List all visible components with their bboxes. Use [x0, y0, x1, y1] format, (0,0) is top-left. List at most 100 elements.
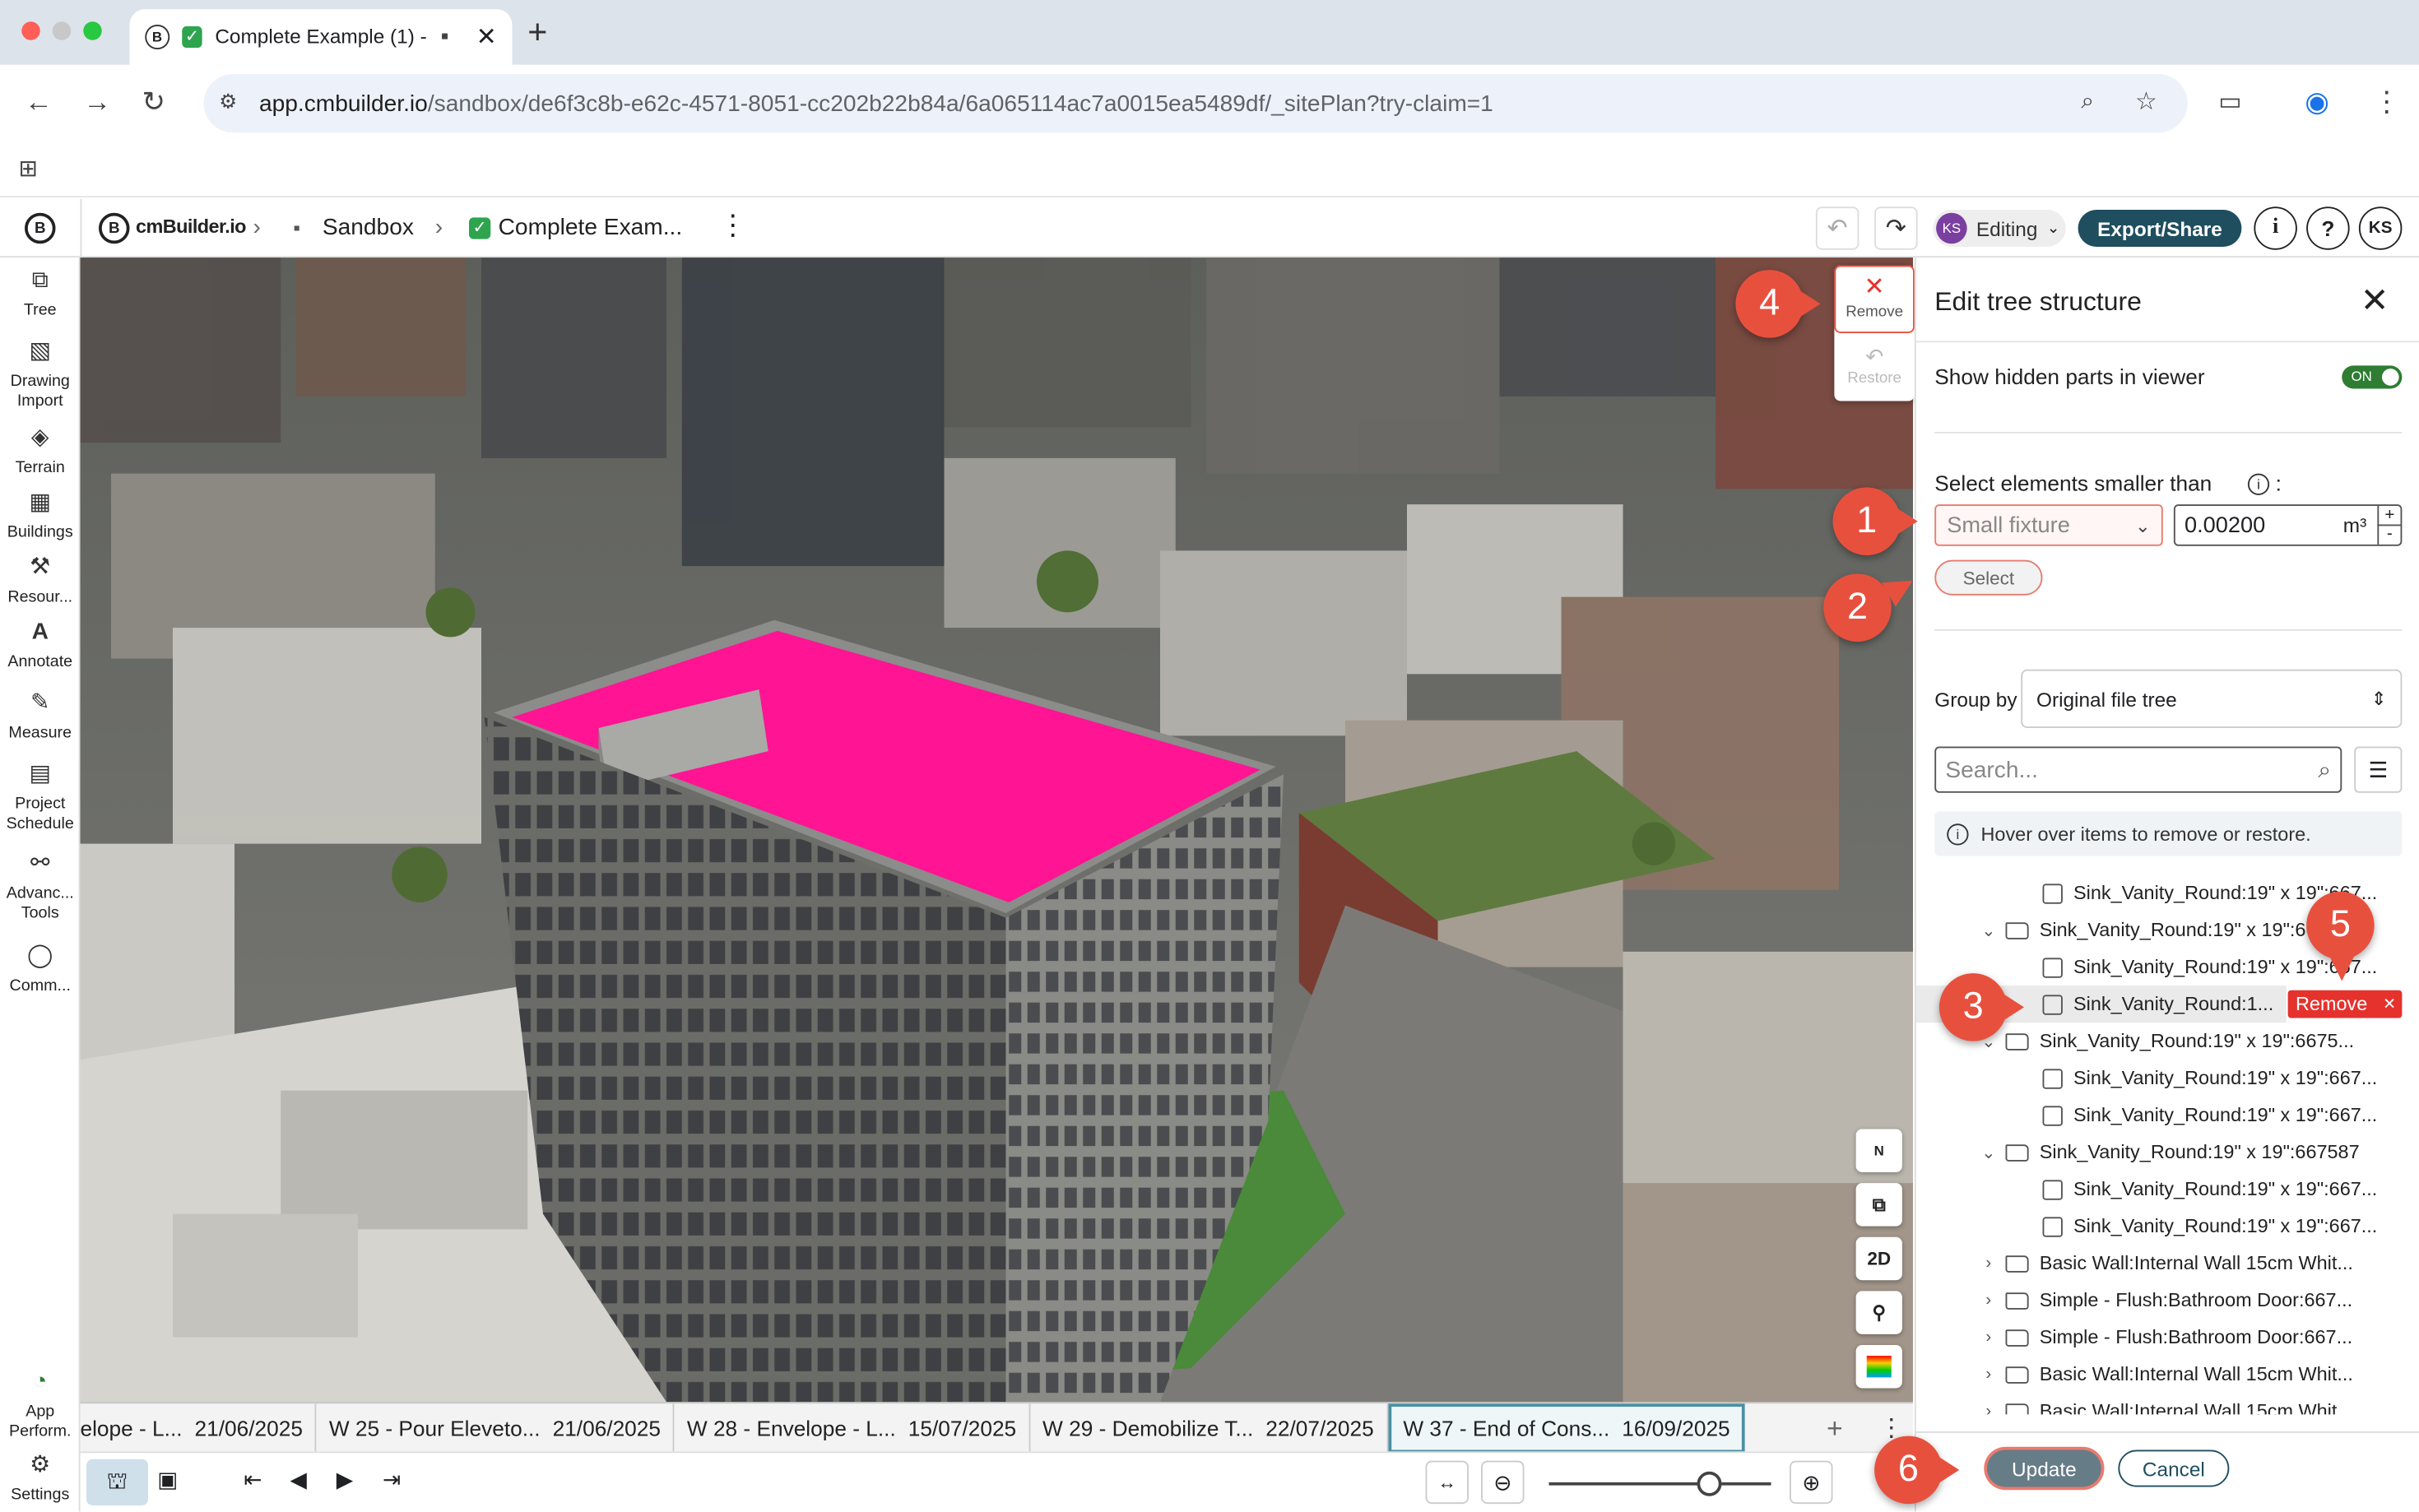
help-icon[interactable]: ?	[2306, 206, 2350, 250]
back-icon[interactable]: ←	[25, 86, 53, 118]
panel-title: Edit tree structure	[1934, 286, 2142, 317]
address-bar[interactable]: ⚙ app.cmbuilder.io/sandbox/de6f3c8b-e62c…	[203, 74, 2188, 133]
tree-group-row[interactable]: › Simple - Flush:Bathroom Door:667...	[1916, 1282, 2419, 1319]
breadcrumb-project[interactable]: Complete Exam...	[499, 215, 683, 241]
update-button[interactable]: Update	[1987, 1449, 2101, 1487]
close-window-button[interactable]	[21, 21, 40, 40]
rail-item-app-performance[interactable]: ◔ App Perform.	[0, 1370, 81, 1442]
rail-item-terrain[interactable]: ◈ Terrain	[0, 426, 81, 478]
increment-icon[interactable]: +	[2377, 506, 2401, 526]
step-forward-icon[interactable]: ▶	[337, 1467, 353, 1493]
rail-item-annotate[interactable]: A Annotate	[0, 620, 81, 673]
reload-icon[interactable]: ↻	[142, 86, 165, 118]
remove-tool-button[interactable]: ✕ Remove	[1834, 265, 1915, 333]
skip-start-icon[interactable]: ⇤	[244, 1467, 262, 1493]
breadcrumb-sandbox[interactable]: Sandbox	[323, 215, 414, 241]
timeline-item[interactable]: W 25 - Pour Eleveto... 21/06/2025	[317, 1403, 675, 1453]
tree-group-row[interactable]: › Basic Wall:Internal Wall 15cm Whit...	[1916, 1356, 2419, 1393]
rail-item-buildings[interactable]: ▦ Buildings	[0, 490, 81, 543]
decrement-icon[interactable]: -	[2377, 525, 2400, 545]
cast-icon[interactable]: ▭	[2218, 86, 2241, 118]
redo-icon[interactable]: ↷	[1874, 206, 1918, 250]
export-share-button[interactable]: Export/Share	[2078, 210, 2242, 247]
browser-tab-bar: B ✓ Complete Example (1) - ▪️ ✕ +	[0, 0, 2419, 65]
layers-icon[interactable]: ⧉	[1855, 1183, 1902, 1227]
size-preset-select[interactable]: Small fixture ⌄	[1934, 504, 2163, 546]
north-compass-button[interactable]: N	[1855, 1129, 1902, 1172]
select-button[interactable]: Select	[1934, 559, 2043, 596]
sun-study-icon[interactable]: ⚲	[1855, 1291, 1902, 1334]
chevron-down-icon[interactable]: ⌄	[1978, 1142, 1999, 1162]
tree-group-row[interactable]: ⌄ Sink_Vanity_Round:19" x 19":667587	[1916, 1134, 2419, 1171]
view-2d-button[interactable]: 2D	[1855, 1236, 1902, 1281]
chevron-down-icon[interactable]: ⌄	[1978, 920, 1999, 940]
step-back-icon[interactable]: ◀	[290, 1467, 307, 1493]
tree-part-row[interactable]: Sink_Vanity_Round:19" x 19":667...	[1916, 1171, 2419, 1208]
remove-item-button[interactable]: Remove ✕	[2287, 990, 2403, 1018]
browser-tab[interactable]: B ✓ Complete Example (1) - ▪️ ✕	[129, 9, 513, 65]
skip-end-icon[interactable]: ⇥	[383, 1467, 401, 1493]
undo-icon[interactable]: ↶	[1815, 206, 1860, 250]
new-tab-icon[interactable]: +	[527, 12, 547, 53]
chevron-right-icon[interactable]: ›	[1978, 1402, 1999, 1414]
3d-viewer[interactable]	[80, 257, 1913, 1403]
show-hidden-toggle[interactable]: ON	[2342, 365, 2403, 389]
timeline-item[interactable]: elope - L... 21/06/2025	[81, 1403, 317, 1453]
tree-group-row[interactable]: › Simple - Flush:Bathroom Door:667...	[1916, 1319, 2419, 1356]
rail-item-tree[interactable]: ⧉ Tree	[0, 268, 81, 321]
rail-item-advanced-tools[interactable]: ⚯ Advanc... Tools	[0, 851, 81, 924]
browser-menu-icon[interactable]: ⋮	[2373, 86, 2401, 118]
color-legend-icon[interactable]	[1855, 1345, 1902, 1389]
close-tab-icon[interactable]: ✕	[476, 21, 497, 53]
fit-width-icon[interactable]: ↔	[1425, 1460, 1469, 1505]
info-icon[interactable]: i	[2247, 473, 2270, 495]
logo-text[interactable]: cmBuilder.io	[136, 216, 246, 238]
profile-icon[interactable]: ◉	[2305, 86, 2328, 118]
add-timeline-icon[interactable]: +	[1827, 1413, 1843, 1445]
zoom-slider-thumb[interactable]	[1697, 1471, 1722, 1496]
timeline-item-active[interactable]: W 37 - End of Cons... 16/09/2025	[1387, 1403, 1746, 1453]
app-home-icon[interactable]: B	[25, 212, 56, 244]
bookmark-star-icon[interactable]: ☆	[2135, 86, 2157, 118]
tree-group-row[interactable]: › Basic Wall:Internal Wall 15cm Whit...	[1916, 1393, 2419, 1415]
zoom-out-icon[interactable]: ⊖	[1481, 1460, 1525, 1505]
zoom-icon[interactable]: ⌕	[2081, 88, 2094, 114]
rail-item-project-schedule[interactable]: ▤ Project Schedule	[0, 762, 81, 834]
info-icon[interactable]: i	[2254, 206, 2297, 250]
close-panel-icon[interactable]: ✕	[2361, 281, 2389, 321]
chevron-right-icon[interactable]: ›	[1978, 1254, 1999, 1273]
rail-label: Settings	[11, 1485, 70, 1505]
tree-group-row[interactable]: › Basic Wall:Internal Wall 15cm Whit...	[1916, 1245, 2419, 1282]
timeline-item[interactable]: W 29 - Demobilize T... 22/07/2025	[1030, 1403, 1388, 1453]
rail-item-drawing-import[interactable]: ▧ Drawing Import	[0, 340, 81, 411]
zoom-slider-track[interactable]	[1548, 1482, 1771, 1486]
cancel-button[interactable]: Cancel	[2118, 1449, 2230, 1487]
site-info-icon[interactable]: ⚙	[219, 90, 237, 114]
timeline-item[interactable]: W 28 - Envelope - L... 15/07/2025	[675, 1403, 1031, 1453]
rail-item-resources[interactable]: ⚒ Resour...	[0, 555, 81, 608]
chevron-right-icon[interactable]: ›	[1978, 1328, 1999, 1347]
mode-dropdown[interactable]: KS Editing ⌄	[1933, 210, 2066, 247]
crane-view-icon[interactable]: ⛫	[86, 1459, 148, 1505]
chevron-right-icon[interactable]: ›	[1978, 1365, 1999, 1384]
tree-part-row[interactable]: Sink_Vanity_Round:19" x 19":667...	[1916, 1208, 2419, 1245]
account-avatar[interactable]: KS	[2358, 206, 2403, 250]
maximize-window-button[interactable]	[83, 21, 102, 40]
rail-item-measure[interactable]: ✎ Measure	[0, 691, 81, 744]
restore-tool-button[interactable]: ↶ Restore	[1834, 336, 1915, 401]
rail-item-comments[interactable]: ◯ Comm...	[0, 944, 81, 996]
chevron-right-icon[interactable]: ›	[1978, 1291, 1999, 1310]
minimize-window-button[interactable]	[52, 21, 72, 40]
tree-part-row[interactable]: Sink_Vanity_Round:19" x 19":667...	[1916, 1097, 2419, 1134]
zoom-in-icon[interactable]: ⊕	[1790, 1460, 1833, 1505]
presentation-icon[interactable]: ▣	[157, 1467, 178, 1493]
forward-icon[interactable]: →	[83, 86, 111, 118]
rail-item-settings[interactable]: ⚙ Settings	[0, 1453, 81, 1505]
apps-grid-icon[interactable]: ⊞	[19, 155, 39, 182]
tree-part-row[interactable]: Sink_Vanity_Round:19" x 19":667...	[1916, 1060, 2419, 1097]
group-by-select[interactable]: Original file tree ⇕	[2021, 669, 2403, 728]
tree-search-input[interactable]: Search... ⌕	[1934, 746, 2342, 793]
tree-options-icon[interactable]: ☰	[2354, 746, 2403, 793]
threshold-input[interactable]: 0.00200 m³ + -	[2173, 504, 2403, 546]
project-menu-icon[interactable]: ⋮	[719, 210, 747, 242]
